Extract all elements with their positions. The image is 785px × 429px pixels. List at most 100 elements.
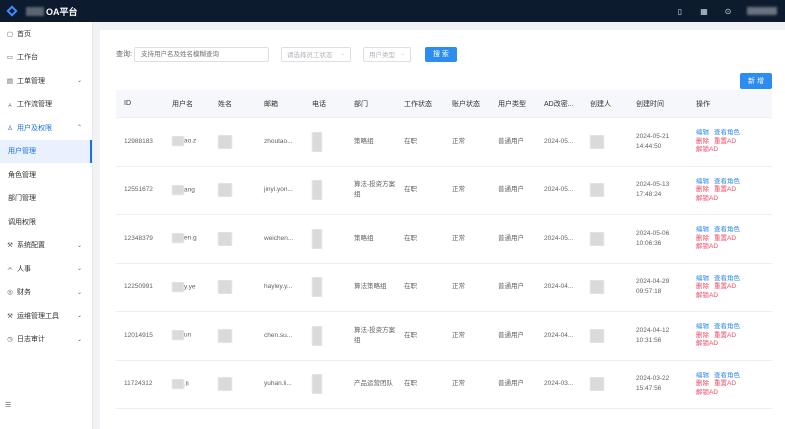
cell-ad-password-change: 2024-05... <box>544 137 574 145</box>
sidebar-subitem-label: 调用权限 <box>8 218 36 226</box>
work-status-select[interactable]: 请选择员工状态 ⌄ <box>280 46 351 62</box>
reset-ad-link[interactable]: 重置AD <box>714 332 736 339</box>
sidebar-item-home[interactable]: ▢ 首页 <box>0 22 92 46</box>
edit-link[interactable]: 编辑 <box>696 226 709 233</box>
chevron-down-icon: ⌄ <box>76 78 82 85</box>
column-header: 工作状态 <box>404 100 432 108</box>
cell-user-type: 普通用户 <box>498 234 524 242</box>
sidebar-item-hr[interactable]: ᄉ 人事 ⌄ <box>0 257 92 281</box>
cell-account-status: 正常 <box>452 137 465 145</box>
cell-name <box>210 280 256 295</box>
chevron-down-icon: ⌄ <box>76 313 82 320</box>
view-role-link[interactable]: 查看角色 <box>714 275 740 282</box>
mobile-icon[interactable]: ▯ <box>675 7 685 16</box>
view-role-link[interactable]: 查看角色 <box>714 178 740 185</box>
sidebar-item-audit-log[interactable]: ◷ 日志审计 ⌄ <box>0 328 92 352</box>
workbench-icon: ▭ <box>6 54 14 62</box>
delete-link[interactable]: 删除 <box>696 235 709 242</box>
sidebar-subitem-api-permissions[interactable]: 调用权限 <box>0 210 92 234</box>
sidebar-item-users-permissions[interactable]: ♙ 用户及权限 ⌃ <box>0 116 92 140</box>
delete-link[interactable]: 删除 <box>696 138 709 145</box>
cell-email: jinyi.yon... <box>264 186 293 194</box>
tools-icon: ⚒ <box>7 312 13 320</box>
cell-username: y.ye <box>164 281 210 293</box>
sidebar-item-workflow[interactable]: ㅅ工作流管理 <box>0 93 92 117</box>
app-logo-icon[interactable] <box>6 5 18 17</box>
reset-ad-link[interactable]: 重置AD <box>714 235 736 242</box>
unlock-ad-link[interactable]: 解锁AD <box>696 389 718 396</box>
reset-ad-link[interactable]: 重置AD <box>714 138 736 145</box>
redacted-block <box>312 374 322 395</box>
delete-link[interactable]: 删除 <box>696 186 709 193</box>
created-date: 2024-04-12 <box>636 326 670 334</box>
chevron-up-icon: ⌃ <box>76 125 82 132</box>
column-header: 部门 <box>354 100 368 108</box>
reset-ad-link[interactable]: 重置AD <box>714 283 736 290</box>
search-button[interactable]: 搜 索 <box>424 46 457 62</box>
add-user-button[interactable]: 新 增 <box>740 73 772 89</box>
sidebar-subitem-role-management[interactable]: 角色管理 <box>0 163 92 187</box>
sidebar-item-tickets[interactable]: ▤ 工单管理 ⌄ <box>0 69 92 93</box>
cell-created-time: 2024-05-13 17:48:24 <box>628 180 688 200</box>
search-bar: 查询: 请选择员工状态 ⌄ 用户类型 ⌄ 搜 索 <box>116 46 457 62</box>
reset-ad-link[interactable]: 重置AD <box>714 380 736 387</box>
delete-link[interactable]: 删除 <box>696 332 709 339</box>
cell-user-type: 普通用户 <box>498 137 524 145</box>
cell-ad-password-change: 2024-04... <box>544 283 574 291</box>
sidebar-item-ops-tools[interactable]: ⚒ 运维管理工具 ⌄ <box>0 304 92 328</box>
delete-link[interactable]: 删除 <box>696 380 709 387</box>
reset-ad-link[interactable]: 重置AD <box>714 186 736 193</box>
view-role-link[interactable]: 查看角色 <box>714 226 740 233</box>
unlock-ad-link[interactable]: 解锁AD <box>696 146 718 153</box>
view-role-link[interactable]: 查看角色 <box>714 323 740 330</box>
cell-ad-password-change: 2024-04... <box>544 331 574 339</box>
created-time: 14:44:50 <box>636 142 662 150</box>
cell-name <box>210 183 256 198</box>
column-header: 用户类型 <box>498 100 526 108</box>
help-icon[interactable]: ⊙ <box>723 7 733 16</box>
cell-id: 12014915 <box>124 331 153 339</box>
sidebar-item-finance[interactable]: ◎ 财务 ⌄ <box>0 281 92 305</box>
redacted-block <box>218 231 232 246</box>
cell-username: un <box>164 330 210 341</box>
user-type-select[interactable]: 用户类型 ⌄ <box>362 46 411 62</box>
edit-link[interactable]: 编辑 <box>696 178 709 185</box>
cell-username: ang <box>164 184 210 196</box>
search-input[interactable] <box>133 46 269 62</box>
column-header: 操作 <box>696 100 710 108</box>
sidebar-item-workbench[interactable]: ▭ 工作台 <box>0 46 92 70</box>
table-row: 11724312 .li yuhan.li... 产品运营团队 在职 正常 普通… <box>116 361 772 409</box>
collapse-menu-icon[interactable]: ☰ <box>5 401 11 409</box>
created-time: 10:06:36 <box>636 239 662 247</box>
view-role-link[interactable]: 查看角色 <box>714 129 740 136</box>
sidebar-item-label: 工单管理 <box>17 77 45 85</box>
cell-account-status: 正常 <box>452 380 465 388</box>
grid-icon[interactable]: ▦ <box>699 7 709 16</box>
select-placeholder: 请选择员工状态 <box>286 52 333 59</box>
unlock-ad-link[interactable]: 解锁AD <box>696 243 718 250</box>
view-role-link[interactable]: 查看角色 <box>714 372 740 379</box>
sidebar-subitem-user-management[interactable]: 用户管理 <box>0 139 92 163</box>
cell-created-time: 2024-05-21 14:44:50 <box>628 132 688 152</box>
sidebar-item-system-config[interactable]: ⚒ 系统配置 ⌄ <box>0 234 92 258</box>
user-avatar[interactable] <box>747 7 777 15</box>
edit-link[interactable]: 编辑 <box>696 372 709 379</box>
edit-link[interactable]: 编辑 <box>696 275 709 282</box>
unlock-ad-link[interactable]: 解锁AD <box>696 340 718 347</box>
sidebar-subitem-dept-management[interactable]: 部门管理 <box>0 187 92 211</box>
edit-link[interactable]: 编辑 <box>696 323 709 330</box>
column-header: 用户名 <box>172 100 193 108</box>
unlock-ad-link[interactable]: 解锁AD <box>696 292 718 299</box>
cell-user-type: 普通用户 <box>498 380 524 388</box>
edit-link[interactable]: 编辑 <box>696 129 709 136</box>
cell-work-status: 在职 <box>404 331 417 339</box>
unlock-ad-link[interactable]: 解锁AD <box>696 195 718 202</box>
cell-creator <box>582 377 628 392</box>
created-date: 2024-04-29 <box>636 278 670 286</box>
cell-created-time: 2024-04-29 09:57:18 <box>628 277 688 297</box>
redacted-block <box>590 377 604 392</box>
cell-username-text: ao.z <box>184 138 197 146</box>
chevron-down-icon: ⌄ <box>76 336 82 343</box>
delete-link[interactable]: 删除 <box>696 283 709 290</box>
redacted-block <box>172 378 184 389</box>
